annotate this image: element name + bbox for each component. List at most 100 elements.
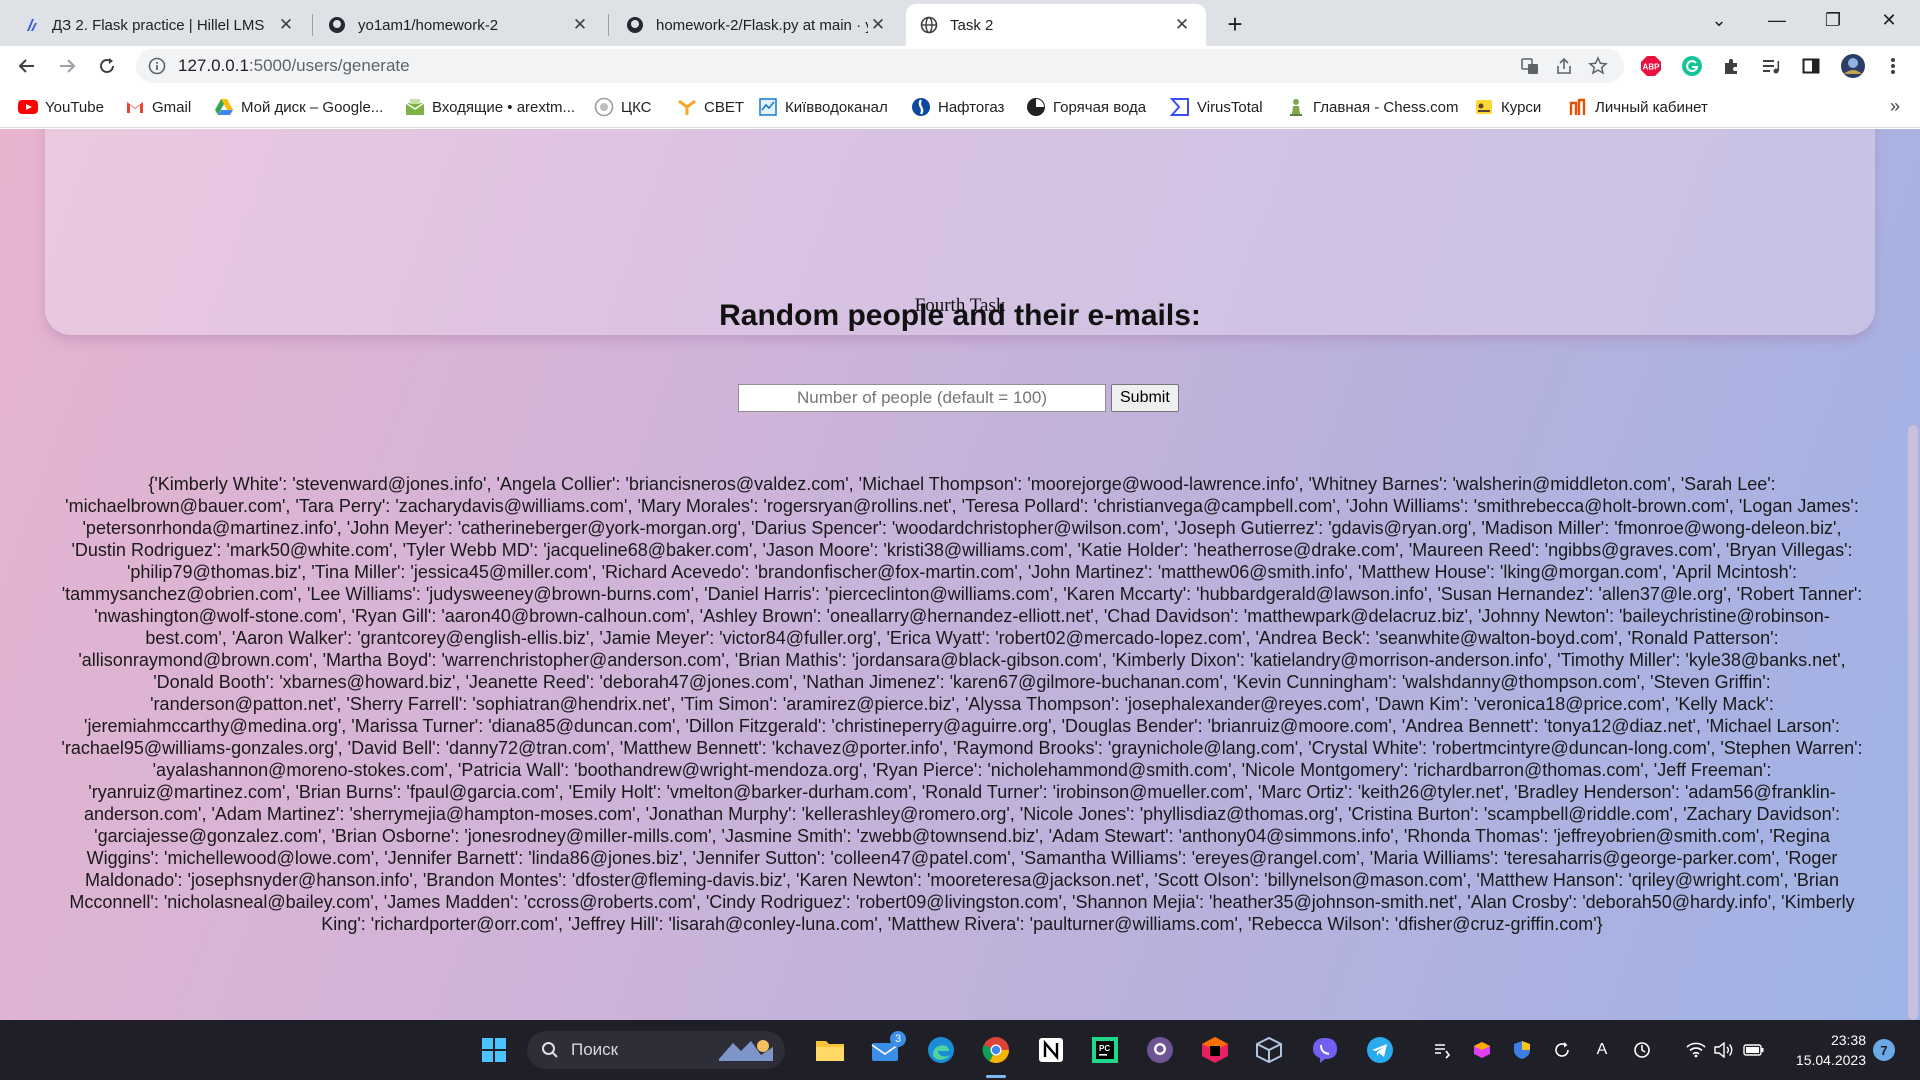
page-heading: Random people and their e-mails: (719, 299, 1201, 332)
notion-icon[interactable] (1035, 1034, 1067, 1066)
cabinet-icon (1568, 97, 1588, 117)
taskbar-clock[interactable]: 23:38 15.04.2023 (1776, 1030, 1866, 1070)
bookmark-label: Мой диск – Google... (241, 98, 384, 116)
submit-button[interactable]: Submit (1111, 384, 1179, 412)
close-window-button[interactable]: ✕ (1866, 0, 1912, 40)
side-panel-icon[interactable] (1800, 55, 1822, 77)
bookmark-svet[interactable]: СВЕТ (677, 95, 744, 119)
adblock-extension-icon[interactable]: ABP (1640, 55, 1662, 77)
menu-kebab-icon[interactable] (1882, 55, 1904, 77)
bookmark-label: VirusTotal (1197, 98, 1263, 116)
bookmark-vodokanal[interactable]: Київводоканал (758, 95, 888, 119)
github-icon (328, 16, 346, 34)
bookmark-label: СВЕТ (704, 98, 745, 116)
start-button[interactable] (478, 1034, 510, 1066)
bookmark-gmail[interactable]: Gmail (125, 95, 191, 119)
close-icon[interactable]: ✕ (1172, 15, 1192, 35)
github-icon (626, 16, 644, 34)
wifi-icon[interactable] (1684, 1038, 1708, 1062)
forward-arrow-icon (60, 59, 76, 73)
bookmark-google-drive[interactable]: Мой диск – Google... (214, 95, 383, 119)
people-emails-output: {'Kimberly White': 'stevenward@jones.inf… (61, 474, 1863, 934)
vodokanal-icon (758, 97, 778, 117)
maximize-button[interactable]: ❐ (1810, 0, 1856, 40)
close-icon[interactable]: ✕ (570, 15, 590, 35)
reload-button[interactable] (92, 51, 122, 81)
edge-browser-icon[interactable] (925, 1034, 957, 1066)
url-path: :5000/users/generate (248, 56, 410, 75)
battery-icon[interactable] (1742, 1038, 1766, 1062)
bookmark-mail[interactable]: Входящие • arextm... (405, 95, 575, 119)
clock-date: 15.04.2023 (1795, 1052, 1866, 1068)
bookmark-youtube[interactable]: YouTube (18, 95, 104, 119)
input-language-indicator[interactable]: A (1590, 1038, 1614, 1062)
chrome-active-indicator (986, 1075, 1006, 1078)
tab-search-icon[interactable]: ⌄ (1696, 0, 1742, 40)
generate-form: Submit (738, 384, 1179, 412)
minimize-button[interactable]: — (1754, 0, 1800, 40)
url-text: 127.0.0.1:5000/users/generate (178, 56, 410, 76)
security-shield-icon[interactable] (1510, 1038, 1534, 1062)
hillel-icon (22, 16, 40, 34)
windows-logo-icon (482, 1038, 506, 1062)
scrollbar-thumb[interactable] (1908, 425, 1918, 1020)
media-control-icon[interactable] (1760, 55, 1782, 77)
tray-app-icon[interactable] (1470, 1038, 1494, 1062)
telegram-icon[interactable] (1364, 1034, 1396, 1066)
profile-avatar[interactable] (1840, 53, 1866, 79)
address-bar[interactable]: 127.0.0.1:5000/users/generate (136, 49, 1624, 83)
tab-title: Task 2 (950, 16, 994, 34)
taskbar-search[interactable]: Поиск (527, 1031, 785, 1069)
search-icon (542, 1042, 558, 1058)
pycharm-icon[interactable]: PC (1089, 1034, 1121, 1066)
chrome-icon[interactable] (980, 1034, 1012, 1066)
file-explorer-icon[interactable] (814, 1034, 846, 1066)
tab-task2[interactable]: Task 2 ✕ (906, 4, 1206, 46)
github-desktop-icon[interactable] (1144, 1034, 1176, 1066)
sync-icon[interactable] (1550, 1038, 1574, 1062)
volume-icon[interactable] (1712, 1038, 1736, 1062)
bookmark-star-icon[interactable] (1588, 56, 1608, 76)
extensions-puzzle-icon[interactable] (1721, 55, 1743, 77)
bookmark-cabinet[interactable]: Личный кабинет (1568, 95, 1708, 119)
bookmark-cks[interactable]: ЦКС (594, 95, 652, 119)
notification-badge[interactable]: 7 (1873, 1039, 1895, 1061)
svet-icon (677, 97, 697, 117)
new-tab-button[interactable]: + (1220, 9, 1250, 39)
chess-icon (1286, 97, 1306, 117)
bookmark-label: ЦКС (621, 98, 652, 116)
svg-text:PC: PC (1099, 1044, 1110, 1053)
bookmark-chess[interactable]: Главная - Chess.com (1286, 95, 1458, 119)
viber-icon[interactable] (1309, 1034, 1341, 1066)
tab-hillel[interactable]: ДЗ 2. Flask practice | Hillel LMS ✕ (8, 4, 310, 46)
grammarly-extension-icon[interactable] (1681, 55, 1703, 77)
youtube-icon (18, 97, 38, 117)
bookmark-label: Gmail (152, 98, 192, 116)
hot-water-icon (1026, 97, 1046, 117)
bookmark-hot-water[interactable]: Горячая вода (1026, 95, 1146, 119)
tab-github-repo[interactable]: yo1am1/homework-2 ✕ (314, 4, 604, 46)
virustotal-icon (1170, 97, 1190, 117)
bookmark-label: Курси (1501, 98, 1542, 116)
close-icon[interactable]: ✕ (276, 15, 296, 35)
translate-icon[interactable] (1520, 56, 1540, 76)
naftogaz-icon (911, 97, 931, 117)
site-info-icon[interactable] (148, 57, 166, 80)
page-scrollbar[interactable] (1906, 129, 1920, 1020)
more-bookmarks-icon[interactable]: » (1890, 96, 1900, 117)
people-count-input[interactable] (738, 384, 1106, 412)
jetbrains-toolbox-icon[interactable] (1199, 1034, 1231, 1066)
back-button[interactable] (12, 51, 42, 81)
power-mode-icon[interactable] (1630, 1038, 1654, 1062)
bookmark-naftogaz[interactable]: Нафтогаз (911, 95, 1004, 119)
tray-overflow-icon[interactable] (1430, 1038, 1454, 1062)
share-icon[interactable] (1554, 56, 1574, 76)
tab-github-file[interactable]: homework-2/Flask.py at main · yo ✕ (612, 4, 902, 46)
mail-badge: 3 (890, 1031, 906, 1047)
virtualbox-icon[interactable] (1253, 1034, 1285, 1066)
abp-label: ABP (1643, 63, 1661, 72)
forward-button[interactable] (52, 51, 82, 81)
close-icon[interactable]: ✕ (868, 15, 888, 35)
bookmark-courses[interactable]: Курси (1474, 95, 1541, 119)
bookmark-virustotal[interactable]: VirusTotal (1170, 95, 1263, 119)
